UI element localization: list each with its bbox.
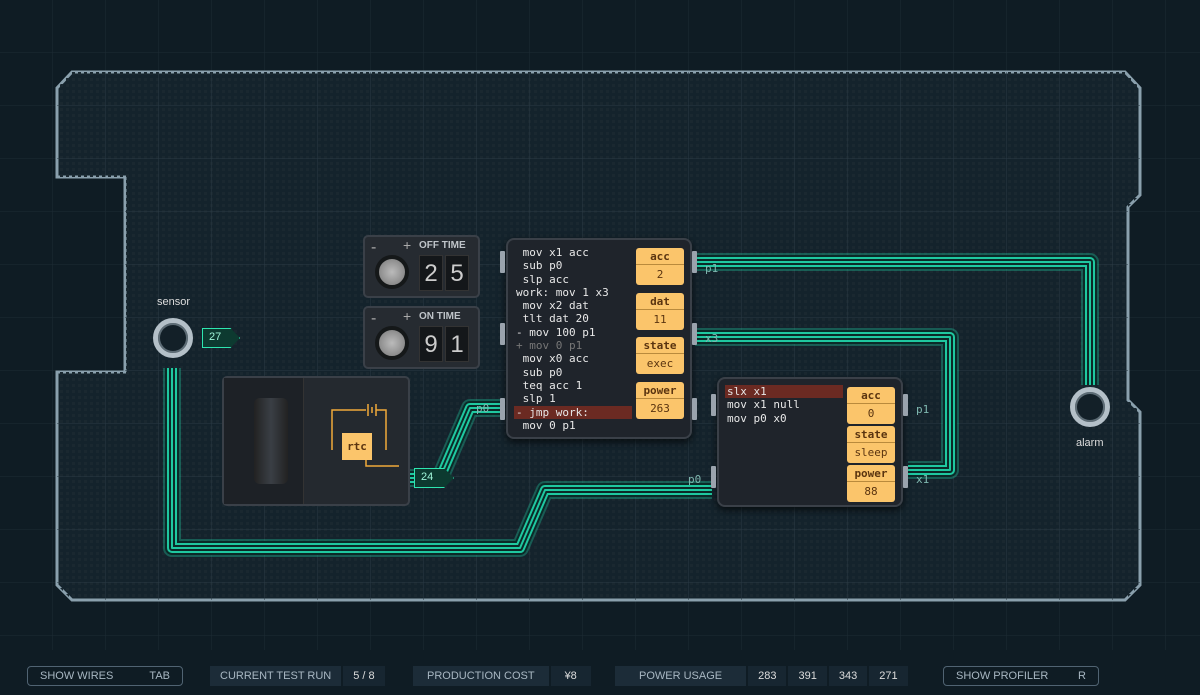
digit[interactable]: 2 bbox=[419, 255, 443, 291]
show-wires-button[interactable]: SHOW WIRES TAB bbox=[27, 666, 183, 686]
show-profiler-button[interactable]: SHOW PROFILER R bbox=[943, 666, 1099, 686]
value: 343 bbox=[828, 666, 868, 686]
code-line[interactable]: - jmp work: bbox=[514, 405, 632, 419]
port-label: p0 bbox=[688, 473, 702, 486]
port-label: p0 bbox=[476, 402, 490, 415]
value: ¥8 bbox=[550, 666, 591, 686]
digit[interactable]: 1 bbox=[445, 326, 469, 362]
code-line[interactable]: tlt dat 20 bbox=[514, 312, 632, 325]
digit[interactable]: 5 bbox=[445, 255, 469, 291]
register-value: exec bbox=[646, 357, 674, 370]
code-line[interactable]: - mov 100 p1 bbox=[514, 326, 632, 339]
off-time-dial[interactable]: - + OFF TIME 2 5 bbox=[363, 235, 480, 298]
mcu-2-code[interactable]: slx x1 mov x1 null mov p0 x0 bbox=[725, 385, 843, 425]
register-dat: dat 11 bbox=[636, 292, 684, 330]
key: TAB bbox=[149, 670, 170, 682]
register-name: power bbox=[636, 382, 684, 399]
value: 5 / 8 bbox=[343, 666, 385, 686]
register-state: state sleep bbox=[847, 426, 895, 463]
register-power: power 263 bbox=[636, 381, 684, 419]
code-line[interactable]: mov x2 dat bbox=[514, 299, 632, 312]
register-name: power bbox=[847, 465, 895, 482]
on-time-label: ON TIME bbox=[419, 311, 461, 322]
knob-icon[interactable] bbox=[375, 326, 409, 360]
minus-icon[interactable]: - bbox=[371, 239, 376, 257]
label: SHOW WIRES bbox=[40, 670, 114, 682]
register-name: acc bbox=[847, 387, 895, 404]
register-value: 2 bbox=[656, 268, 664, 281]
code-line[interactable]: mov x0 acc bbox=[514, 352, 632, 365]
register-acc: acc 0 bbox=[847, 387, 895, 424]
sensor-ring-icon[interactable] bbox=[153, 318, 193, 358]
current-test-run: CURRENT TEST RUN 5 / 8 bbox=[210, 666, 385, 686]
rtc-chip: rtc bbox=[342, 433, 372, 460]
key: R bbox=[1078, 670, 1086, 682]
register-name: state bbox=[636, 337, 684, 354]
mcu-1-code[interactable]: mov x1 acc sub p0 slp acc work: mov 1 x3 … bbox=[514, 246, 632, 432]
register-name: state bbox=[847, 426, 895, 443]
alarm-label: alarm bbox=[1076, 437, 1104, 449]
code-line[interactable]: sub p0 bbox=[514, 259, 632, 272]
code-line[interactable]: slp 1 bbox=[514, 392, 632, 405]
register-name: acc bbox=[636, 248, 684, 265]
value: 271 bbox=[869, 666, 908, 686]
alarm-ring-icon[interactable] bbox=[1070, 387, 1110, 427]
code-line[interactable]: mov p0 x0 bbox=[725, 412, 843, 425]
port-label: p1 bbox=[705, 262, 719, 275]
label: SHOW PROFILER bbox=[956, 670, 1049, 682]
label: CURRENT TEST RUN bbox=[210, 666, 342, 686]
minus-icon[interactable]: - bbox=[371, 310, 376, 328]
digit[interactable]: 9 bbox=[419, 326, 443, 362]
code-line[interactable]: slp acc bbox=[514, 273, 632, 286]
plus-icon[interactable]: + bbox=[403, 308, 411, 324]
register-value: 263 bbox=[650, 401, 670, 415]
code-line[interactable]: + mov 0 p1 bbox=[514, 339, 632, 352]
port-label: p1 bbox=[916, 403, 930, 416]
label: PRODUCTION COST bbox=[413, 666, 549, 686]
knob-icon[interactable] bbox=[375, 255, 409, 289]
code-line[interactable]: slx x1 bbox=[725, 385, 843, 399]
code-line[interactable]: mov x1 null bbox=[725, 398, 843, 411]
code-line[interactable]: work: mov 1 x3 bbox=[514, 286, 632, 299]
mcu-2[interactable]: slx x1 mov x1 null mov p0 x0 acc 0 state slee… bbox=[717, 377, 903, 507]
register-name: dat bbox=[636, 293, 684, 310]
off-time-label: OFF TIME bbox=[419, 240, 466, 251]
battery-cell-icon bbox=[254, 398, 288, 484]
production-cost: PRODUCTION COST ¥8 bbox=[413, 666, 591, 686]
label: POWER USAGE bbox=[615, 666, 747, 686]
mcu-1[interactable]: mov x1 acc sub p0 slp acc work: mov 1 x3 … bbox=[506, 238, 692, 439]
port-label: x3 bbox=[705, 332, 719, 345]
on-time-dial[interactable]: - + ON TIME 9 1 bbox=[363, 306, 480, 369]
code-line[interactable]: teq acc 1 bbox=[514, 379, 632, 392]
value: 283 bbox=[748, 666, 787, 686]
port-label: x1 bbox=[916, 473, 930, 486]
code-line[interactable]: mov 0 p1 bbox=[514, 419, 632, 432]
value: 391 bbox=[788, 666, 827, 686]
code-line[interactable]: mov x1 acc bbox=[514, 246, 632, 259]
register-state: state exec bbox=[636, 337, 684, 374]
rtc-module[interactable]: rtc bbox=[222, 376, 410, 506]
register-value: 11 bbox=[653, 312, 667, 326]
power-usage: POWER USAGE 283 391 343 271 bbox=[615, 666, 908, 686]
register-value: 88 bbox=[864, 485, 878, 498]
register-value: 0 bbox=[867, 407, 875, 420]
register-value: sleep bbox=[854, 446, 888, 459]
register-power: power 88 bbox=[847, 465, 895, 502]
sensor-label: sensor bbox=[157, 296, 191, 308]
code-line[interactable]: sub p0 bbox=[514, 366, 632, 379]
plus-icon[interactable]: + bbox=[403, 237, 411, 253]
register-acc: acc 2 bbox=[636, 248, 684, 285]
